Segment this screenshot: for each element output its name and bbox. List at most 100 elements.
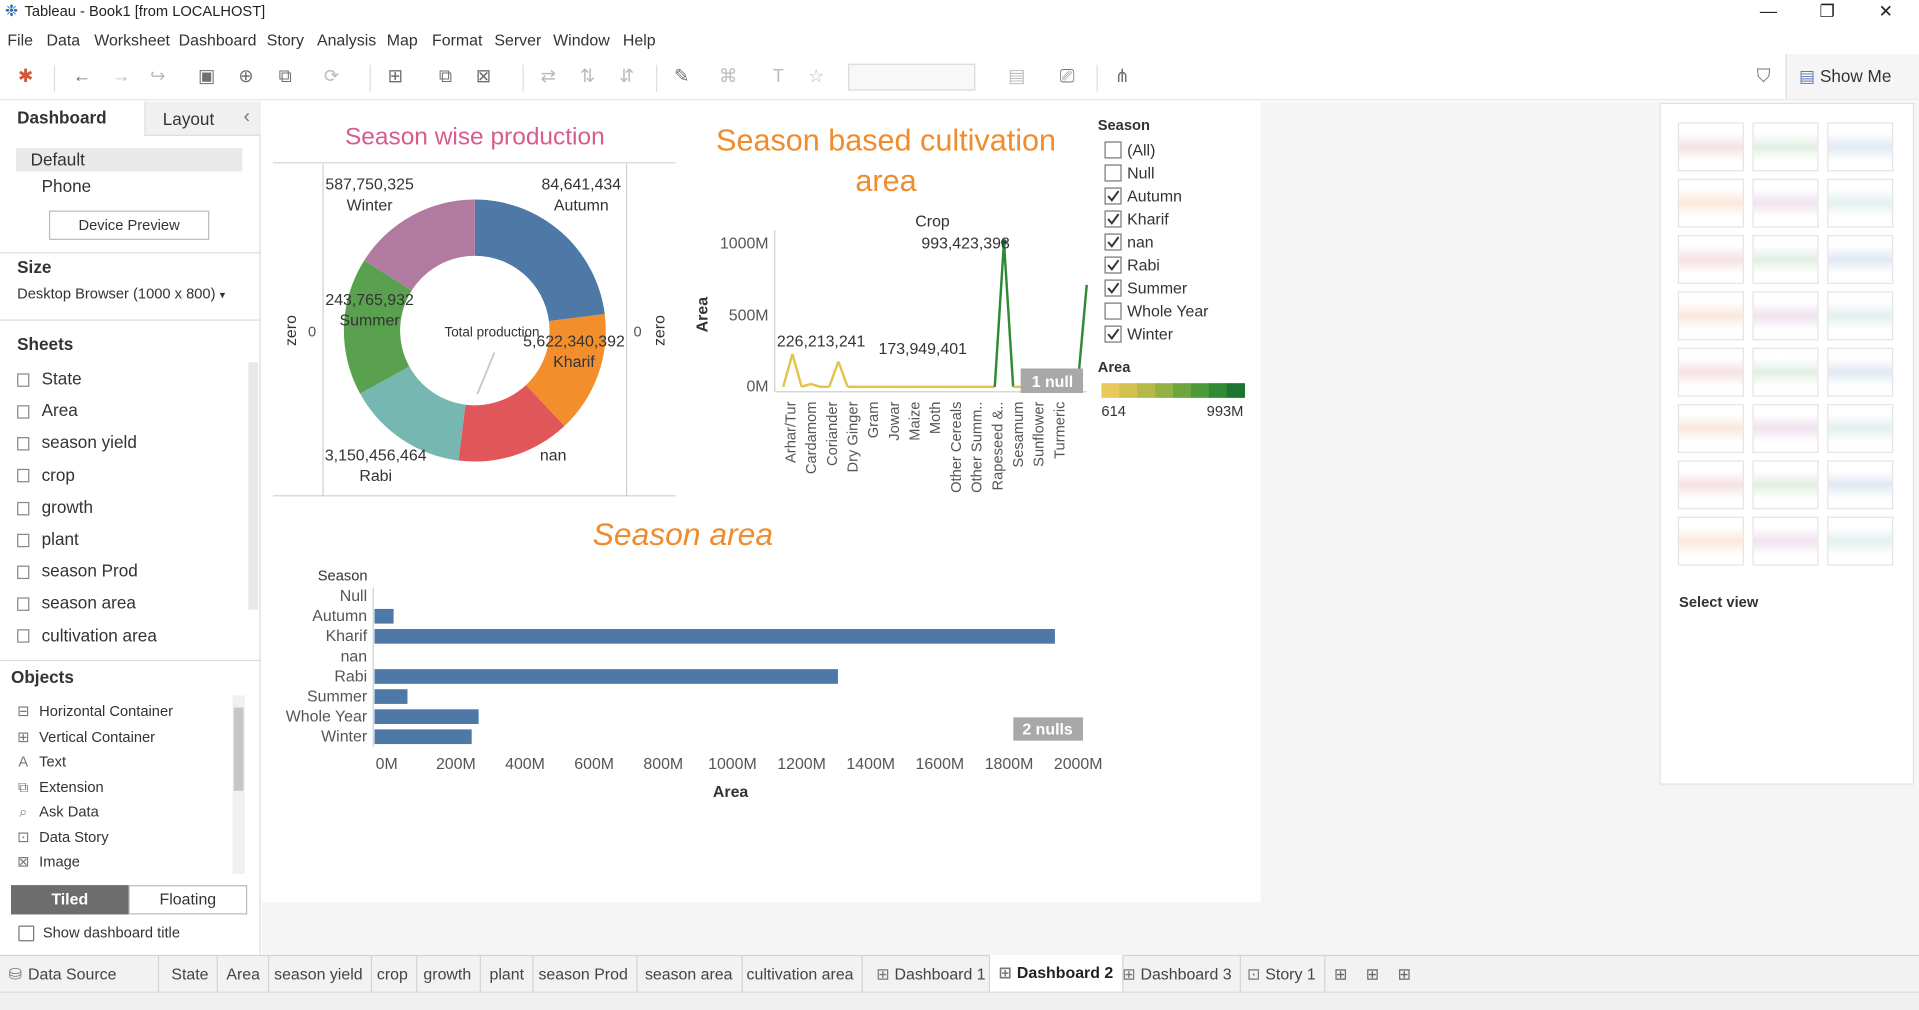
show-me-chart-option[interactable] bbox=[1827, 235, 1894, 285]
line-segment[interactable] bbox=[810, 382, 821, 389]
sheet-tab[interactable]: growth bbox=[415, 956, 481, 993]
filter-item-label[interactable]: (All) bbox=[1127, 142, 1155, 159]
show-me-chart-option[interactable] bbox=[1752, 235, 1819, 285]
line-segment[interactable] bbox=[1002, 242, 1015, 387]
line-x-tick: Rapeseed &.. bbox=[990, 402, 1006, 491]
line-segment[interactable] bbox=[993, 242, 1006, 387]
filter-checkbox[interactable] bbox=[1104, 187, 1122, 205]
bar-summer[interactable] bbox=[374, 689, 408, 704]
filter-checkbox[interactable] bbox=[1104, 164, 1122, 182]
sheet-tab[interactable]: season Prod bbox=[530, 956, 638, 993]
donut-label-value: 587,750,325 bbox=[325, 177, 414, 194]
bar-x-tick: 1600M bbox=[916, 756, 965, 773]
filter-item-label[interactable]: Rabi bbox=[1127, 258, 1160, 275]
show-me-chart-option[interactable] bbox=[1752, 347, 1819, 397]
line-segment[interactable] bbox=[782, 353, 794, 388]
filter-checkbox[interactable] bbox=[1104, 210, 1122, 228]
sheet-tab[interactable]: Area bbox=[218, 956, 270, 993]
story-tab[interactable]: ⊡ Story 1 bbox=[1238, 956, 1326, 993]
show-me-chart-option[interactable] bbox=[1827, 403, 1894, 453]
bar-autumn[interactable] bbox=[374, 608, 394, 624]
legend-swatch bbox=[1119, 383, 1138, 398]
show-me-chart-option[interactable] bbox=[1677, 403, 1744, 453]
bar-x-tick: 200M bbox=[436, 756, 476, 773]
show-me-chart-option[interactable] bbox=[1752, 178, 1819, 228]
show-me-chart-option[interactable] bbox=[1677, 235, 1744, 285]
bar-x-tick: 2000M bbox=[1054, 756, 1103, 773]
bar-chart-header: Season bbox=[318, 568, 368, 584]
bar-winter[interactable] bbox=[374, 729, 472, 745]
filter-item-label[interactable]: Autumn bbox=[1127, 189, 1182, 206]
show-me-chart-option[interactable] bbox=[1827, 347, 1894, 397]
filter-item-label[interactable]: Winter bbox=[1127, 327, 1174, 344]
filter-item-label[interactable]: Null bbox=[1127, 165, 1154, 182]
show-me-chart-option[interactable] bbox=[1752, 460, 1819, 510]
show-me-chart-option[interactable] bbox=[1827, 516, 1894, 566]
show-me-chart-option[interactable] bbox=[1677, 178, 1744, 228]
show-me-chart-option[interactable] bbox=[1677, 460, 1744, 510]
dashboard-icon: ⊞ bbox=[998, 963, 1012, 982]
show-me-chart-option[interactable] bbox=[1752, 291, 1819, 341]
donut-chart-title: Season wise production bbox=[345, 123, 605, 150]
filter-checkbox[interactable] bbox=[1104, 302, 1122, 320]
bar-x-tick: 600M bbox=[574, 756, 614, 773]
new-dashboard-icon[interactable]: ⊞ bbox=[1357, 956, 1387, 993]
dashboard-tab[interactable]: ⊞ Dashboard 1 bbox=[868, 956, 996, 993]
sheet-tab[interactable]: season area bbox=[636, 956, 743, 993]
line-x-tick: Dry Ginger bbox=[846, 401, 862, 472]
dashboard-tab[interactable]: ⊞ Dashboard 3 bbox=[1114, 956, 1242, 993]
filter-checkbox[interactable] bbox=[1104, 279, 1122, 297]
show-me-chart-option[interactable] bbox=[1827, 460, 1894, 510]
donut-label-value: 3,150,456,464 bbox=[325, 447, 427, 464]
bar-x-tick: 800M bbox=[643, 756, 683, 773]
filter-item-label[interactable]: nan bbox=[1127, 235, 1154, 252]
sheet-tab[interactable]: crop bbox=[368, 956, 418, 993]
show-me-chart-option[interactable] bbox=[1827, 122, 1894, 172]
filter-checkbox[interactable] bbox=[1104, 256, 1122, 274]
sheet-tab[interactable]: season yield bbox=[266, 956, 373, 993]
show-me-panel: Select view bbox=[1659, 102, 1915, 785]
filter-item-label[interactable]: Summer bbox=[1127, 281, 1188, 298]
line-x-tick: Other Summ.. bbox=[970, 402, 986, 493]
filter-checkbox[interactable] bbox=[1104, 141, 1122, 159]
show-me-chart-option[interactable] bbox=[1677, 516, 1744, 566]
filter-item-label[interactable]: Kharif bbox=[1127, 212, 1169, 229]
bar-null-badge-text: 2 nulls bbox=[1022, 722, 1073, 739]
bar-rabi[interactable] bbox=[374, 669, 838, 684]
dashboard-tab[interactable]: ⊞ Dashboard 2 bbox=[988, 954, 1124, 993]
bar-whole-year[interactable] bbox=[374, 709, 479, 724]
show-me-chart-option[interactable] bbox=[1677, 122, 1744, 172]
donut-label-season: Rabi bbox=[359, 468, 392, 485]
sheet-tab[interactable]: plant bbox=[481, 956, 534, 993]
bar-x-tick: 1200M bbox=[777, 756, 826, 773]
data-source-tab[interactable]: ⛁ Data Source bbox=[0, 956, 160, 993]
bar-kharif[interactable] bbox=[374, 628, 1055, 644]
show-me-chart-option[interactable] bbox=[1677, 291, 1744, 341]
filter-item-label[interactable]: Whole Year bbox=[1127, 304, 1209, 321]
legend-swatch bbox=[1155, 383, 1174, 398]
show-me-chart-option[interactable] bbox=[1752, 403, 1819, 453]
donut-label-season: Autumn bbox=[554, 198, 609, 215]
bar-category-label: Winter bbox=[321, 729, 368, 746]
show-me-chart-option[interactable] bbox=[1827, 178, 1894, 228]
donut-label-season: Winter bbox=[347, 198, 394, 215]
show-me-chart-option[interactable] bbox=[1677, 347, 1744, 397]
new-worksheet-icon[interactable]: ⊞ bbox=[1325, 956, 1355, 993]
new-story-icon[interactable]: ⊞ bbox=[1389, 956, 1419, 993]
filter-checkbox[interactable] bbox=[1104, 325, 1122, 343]
line-y-tick: 500M bbox=[729, 308, 769, 325]
donut-left-axis-title: zero bbox=[283, 315, 300, 346]
line-segment[interactable] bbox=[828, 361, 840, 388]
show-me-chart-option[interactable] bbox=[1752, 516, 1819, 566]
story-icon: ⊡ bbox=[1247, 964, 1261, 984]
sheet-tab[interactable]: cultivation area bbox=[738, 956, 864, 993]
line-segment[interactable] bbox=[791, 353, 803, 388]
filter-checkbox[interactable] bbox=[1104, 233, 1122, 251]
show-me-chart-option[interactable] bbox=[1827, 291, 1894, 341]
bar-x-tick: 1400M bbox=[846, 756, 895, 773]
show-me-chart-option[interactable] bbox=[1752, 122, 1819, 172]
line-segment[interactable] bbox=[801, 382, 812, 389]
line-segment[interactable] bbox=[837, 361, 849, 388]
sheet-tab[interactable]: State bbox=[163, 956, 219, 993]
dashboard-icon: ⊞ bbox=[876, 964, 890, 984]
